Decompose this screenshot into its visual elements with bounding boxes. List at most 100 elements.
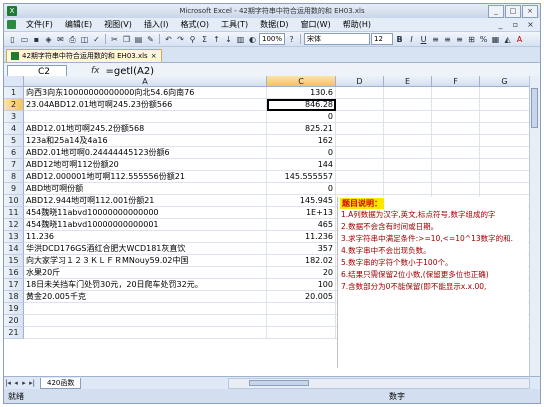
cell-a[interactable]: ABD12.944地可啊112.001份额21 <box>24 195 267 207</box>
cell-c[interactable]: 130.6 <box>267 87 336 99</box>
sort-descending-icon[interactable]: ↓ <box>223 34 234 45</box>
menu-data[interactable]: 数据(D) <box>254 19 294 30</box>
zoom-select[interactable]: 100% <box>259 33 286 45</box>
menu-insert[interactable]: 插入(I) <box>138 19 175 30</box>
empty-cell[interactable] <box>480 159 530 171</box>
row-header[interactable]: 16 <box>4 267 24 279</box>
paste-icon[interactable]: ▤ <box>133 34 144 45</box>
empty-cell[interactable] <box>480 111 530 123</box>
sheet-tab[interactable]: 420函数 <box>40 377 82 389</box>
empty-cell[interactable] <box>384 111 432 123</box>
empty-cell[interactable] <box>432 87 480 99</box>
vertical-scrollbar[interactable] <box>529 76 540 376</box>
cell-c[interactable]: 144 <box>267 159 336 171</box>
row-header[interactable]: 1 <box>4 87 24 99</box>
cell-c[interactable]: 100 <box>267 279 336 291</box>
empty-cell[interactable] <box>384 99 432 111</box>
row-header[interactable]: 11 <box>4 207 24 219</box>
empty-cell[interactable] <box>432 99 480 111</box>
cell-a[interactable] <box>24 327 267 339</box>
row-header[interactable]: 9 <box>4 183 24 195</box>
empty-cell[interactable] <box>480 147 530 159</box>
horizontal-scroll-thumb[interactable] <box>249 379 309 386</box>
cell-c[interactable]: 357 <box>267 243 336 255</box>
font-name-select[interactable]: 宋体 <box>304 33 371 45</box>
workbook-icon[interactable] <box>7 20 16 29</box>
new-file-icon[interactable]: ▯ <box>7 34 18 45</box>
tab-close-icon[interactable]: × <box>151 52 157 60</box>
doc-minimize-icon[interactable]: _ <box>495 19 506 30</box>
column-header-f[interactable]: F <box>432 76 480 87</box>
empty-cell[interactable] <box>336 111 384 123</box>
worksheet-grid[interactable]: A C D E F G 1 向西3向东10000000000000向北54.6向南… <box>4 76 540 376</box>
cell-c[interactable]: 0 <box>267 147 336 159</box>
cell-a[interactable]: 123a和25a14及4a16 <box>24 135 267 147</box>
column-header-g[interactable]: G <box>480 76 530 87</box>
horizontal-scrollbar[interactable] <box>228 377 530 389</box>
menu-tools[interactable]: 工具(T) <box>215 19 254 30</box>
next-sheet-icon[interactable]: ▸ <box>20 379 28 387</box>
sort-ascending-icon[interactable]: ↑ <box>211 34 222 45</box>
row-header[interactable]: 15 <box>4 255 24 267</box>
menu-format[interactable]: 格式(O) <box>174 19 215 30</box>
empty-cell[interactable] <box>336 123 384 135</box>
formula-input[interactable]: =getl(A2) <box>106 66 155 77</box>
cell-a[interactable]: 11.236 <box>24 231 267 243</box>
cell-a[interactable]: ABD12.000001地可啊112.555556份额21 <box>24 171 267 183</box>
open-file-icon[interactable]: ▭ <box>19 34 30 45</box>
row-header[interactable]: 6 <box>4 147 24 159</box>
cell-a[interactable]: 18日未关挡车门处罚30元，20日爬车处罚32元。 <box>24 279 267 291</box>
cell-a[interactable]: 向大家学习１２３ＫＬＦＲMNouy59.02中国 <box>24 255 267 267</box>
row-header[interactable]: 10 <box>4 195 24 207</box>
empty-cell[interactable] <box>384 171 432 183</box>
cell-a[interactable]: ABD地可啊份额 <box>24 183 267 195</box>
cell-c[interactable]: 20.005 <box>267 291 336 303</box>
cell-a[interactable]: ABD12.01地可啊245.2份额568 <box>24 123 267 135</box>
empty-cell[interactable] <box>336 183 384 195</box>
menu-help[interactable]: 帮助(H) <box>337 19 377 30</box>
cell-c[interactable]: 145.945 <box>267 195 336 207</box>
row-header[interactable]: 7 <box>4 159 24 171</box>
column-header-a[interactable]: A <box>24 76 267 87</box>
cell-c[interactable]: 0 <box>267 111 336 123</box>
cell-c[interactable]: 162 <box>267 135 336 147</box>
empty-cell[interactable] <box>480 123 530 135</box>
cell-a[interactable]: 23.04ABD12.01地可啊245.23份额566 <box>24 99 267 111</box>
permission-icon[interactable]: ◈ <box>43 34 54 45</box>
cell-c[interactable]: 182.02 <box>267 255 336 267</box>
undo-icon[interactable]: ↶ <box>163 34 174 45</box>
copy-icon[interactable]: ❐ <box>121 34 132 45</box>
cell-c[interactable]: 825.21 <box>267 123 336 135</box>
row-header[interactable]: 18 <box>4 291 24 303</box>
empty-cell[interactable] <box>336 159 384 171</box>
email-icon[interactable]: ✉ <box>55 34 66 45</box>
save-icon[interactable]: ▪ <box>31 34 42 45</box>
help-icon[interactable]: ? <box>286 34 297 45</box>
row-header[interactable]: 17 <box>4 279 24 291</box>
row-header[interactable]: 20 <box>4 315 24 327</box>
cell-a[interactable]: ABD12地可啊112份额20 <box>24 159 267 171</box>
empty-cell[interactable] <box>432 171 480 183</box>
borders-icon[interactable]: ▦ <box>490 34 501 45</box>
cell-c[interactable]: 145.555557 <box>267 171 336 183</box>
empty-cell[interactable] <box>432 135 480 147</box>
menu-window[interactable]: 窗口(W) <box>295 19 337 30</box>
doc-close-icon[interactable]: × <box>525 19 536 30</box>
format-painter-icon[interactable]: ✎ <box>145 34 156 45</box>
empty-cell[interactable] <box>384 135 432 147</box>
empty-cell[interactable] <box>432 111 480 123</box>
empty-cell[interactable] <box>384 183 432 195</box>
document-tab[interactable]: 42期字符串中符合运用数的和 EH03.xls × <box>6 49 162 62</box>
first-sheet-icon[interactable]: |◂ <box>4 379 12 387</box>
last-sheet-icon[interactable]: ▸| <box>28 379 36 387</box>
fill-color-icon[interactable]: ◭ <box>502 34 513 45</box>
align-left-icon[interactable]: ≡ <box>430 34 441 45</box>
print-preview-icon[interactable]: ◫ <box>79 34 90 45</box>
column-header-c[interactable]: C <box>267 76 336 87</box>
cell-c[interactable]: 20 <box>267 267 336 279</box>
maximize-button[interactable]: □ <box>505 5 521 18</box>
row-header[interactable]: 19 <box>4 303 24 315</box>
cell-a[interactable] <box>24 111 267 123</box>
empty-cell[interactable] <box>384 147 432 159</box>
autosum-icon[interactable]: Σ <box>199 34 210 45</box>
